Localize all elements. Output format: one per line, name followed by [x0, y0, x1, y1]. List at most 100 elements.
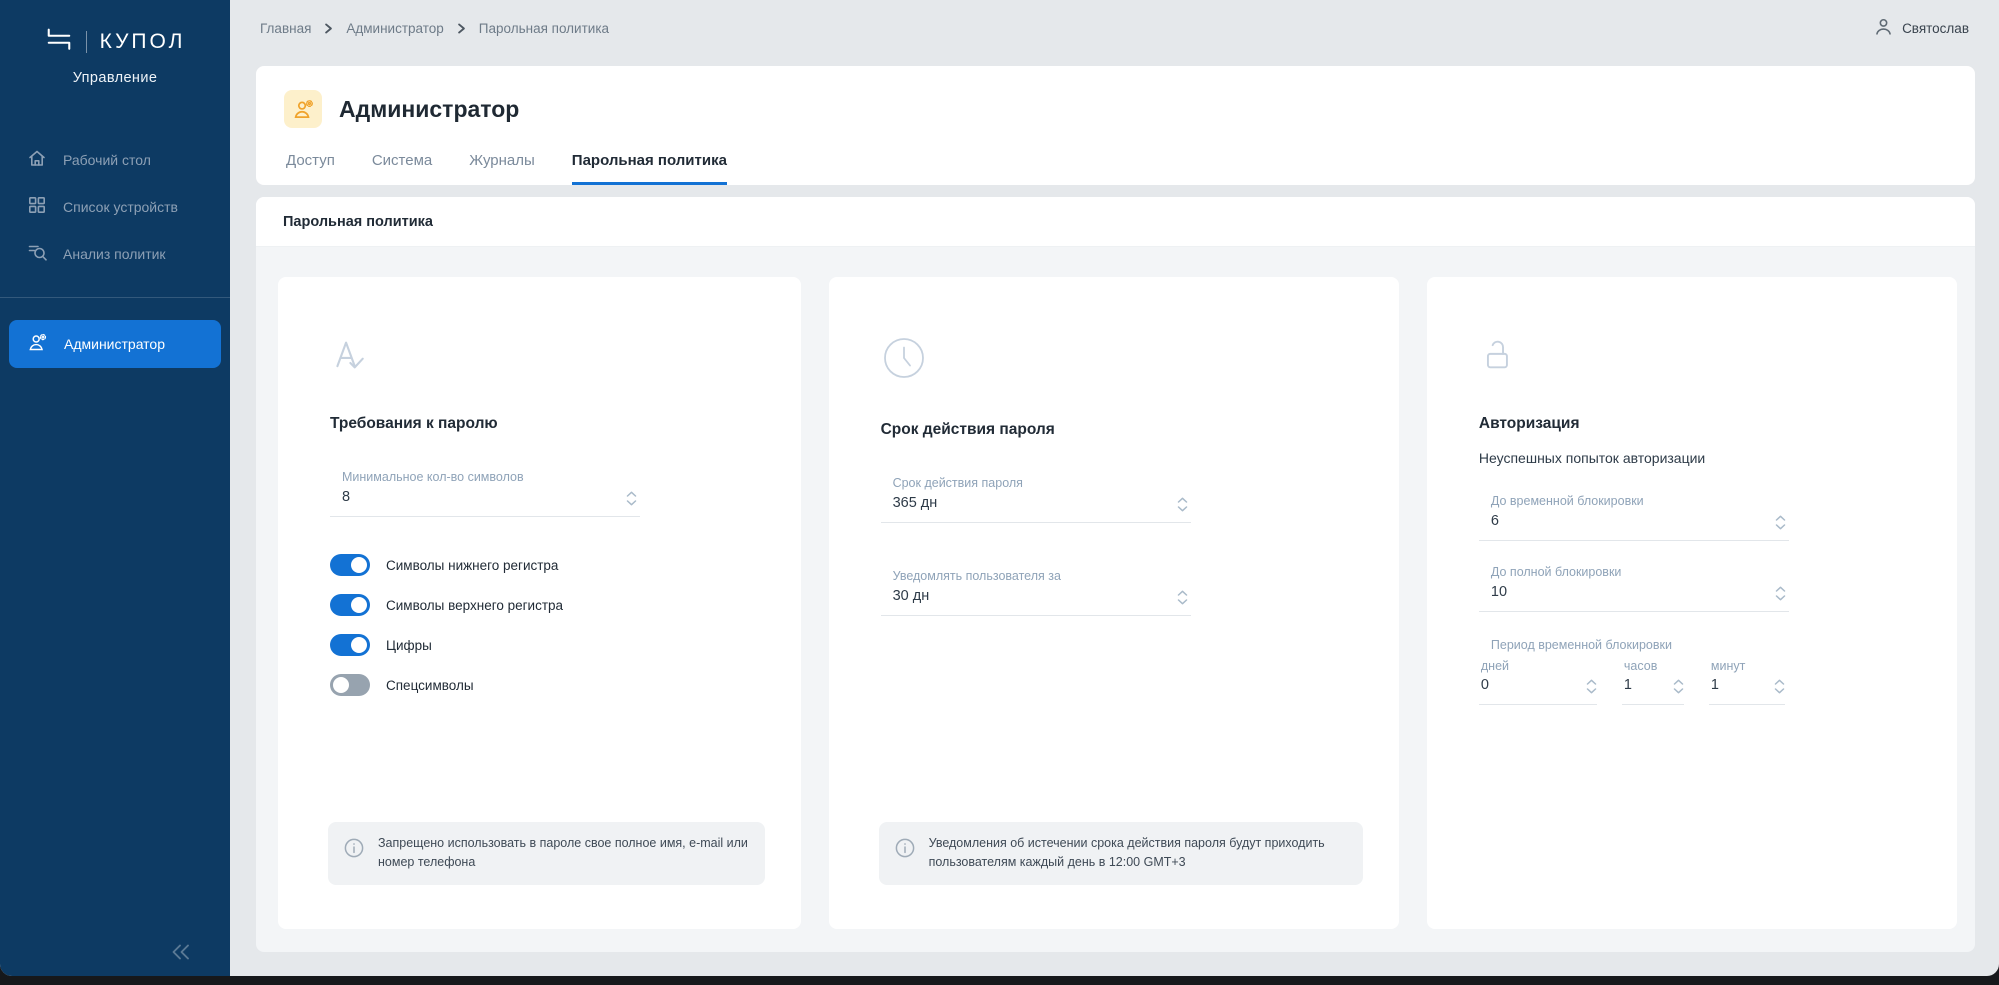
stepper [1774, 679, 1785, 694]
stepper-down-icon[interactable] [1177, 506, 1188, 512]
card-title: Требования к паролю [330, 415, 765, 433]
product-name: Управление [0, 70, 230, 86]
sidebar-item-label: Список устройств [63, 199, 178, 215]
tabs: Доступ Система Журналы Парольная политик… [284, 152, 1947, 185]
sidebar-nav: Рабочий стол Список устройств [0, 136, 230, 368]
sidebar-item-desktop[interactable]: Рабочий стол [0, 136, 230, 183]
card-subtitle: Неуспешных попыток авторизации [1479, 450, 1921, 466]
full-lock-field[interactable]: До полной блокировки 10 [1479, 565, 1789, 612]
sidebar-item-label: Администратор [64, 336, 165, 352]
field-label: минут [1711, 659, 1765, 673]
card-password-requirements: Требования к паролю Минимальное кол-во с… [278, 277, 801, 929]
toggle-row-digits: Цифры [330, 625, 765, 665]
info-text: Запрещено использовать в пароле свое пол… [378, 834, 749, 873]
info-icon [343, 837, 365, 859]
lockout-period-label: Период временной блокировки [1479, 638, 1921, 652]
tab-system[interactable]: Система [372, 152, 432, 185]
page-title: Администратор [339, 96, 519, 123]
sidebar-item-devices[interactable]: Список устройств [0, 183, 230, 230]
toggle-label: Символы нижнего регистра [386, 558, 558, 573]
stepper [1673, 679, 1684, 694]
tab-access[interactable]: Доступ [286, 152, 335, 185]
stepper-up-icon[interactable] [1673, 679, 1684, 685]
brand-name: КУПОЛ [100, 30, 186, 54]
field-label: До временной блокировки [1491, 494, 1759, 508]
stepper-down-icon[interactable] [1673, 688, 1684, 694]
chevron-right-icon [324, 23, 333, 34]
stepper-down-icon[interactable] [1177, 599, 1188, 605]
stepper-up-icon[interactable] [1775, 515, 1786, 521]
field-value: 10 [1491, 584, 1759, 602]
field-value: 0 [1481, 677, 1577, 695]
digits-toggle[interactable] [330, 634, 370, 656]
lowercase-toggle[interactable] [330, 554, 370, 576]
stepper-up-icon[interactable] [1586, 679, 1597, 685]
sidebar: КУПОЛ Управление Рабочий стол [0, 0, 230, 976]
breadcrumb-home[interactable]: Главная [260, 21, 311, 36]
field-value: 6 [1491, 513, 1759, 531]
breadcrumb-administrator[interactable]: Администратор [346, 21, 443, 36]
breadcrumb-password-policy: Парольная политика [479, 21, 609, 36]
field-value: 30 дн [893, 588, 1161, 606]
card-password-expiry: Срок действия пароля Срок действия парол… [829, 277, 1399, 929]
card-title: Срок действия пароля [881, 421, 1363, 439]
breadcrumb: Главная Администратор Парольная политика [260, 21, 609, 36]
toggle-row-special-chars: Спецсимволы [330, 665, 765, 705]
stepper [1177, 590, 1188, 605]
uppercase-toggle[interactable] [330, 594, 370, 616]
stepper-down-icon[interactable] [1586, 688, 1597, 694]
stepper-down-icon[interactable] [1775, 524, 1786, 530]
brand-logo-icon [45, 26, 73, 57]
main-area: Главная Администратор Парольная политика [230, 0, 1999, 976]
min-length-field[interactable]: Минимальное кол-во символов 8 [330, 470, 640, 517]
stepper-up-icon[interactable] [1774, 679, 1785, 685]
info-box: Запрещено использовать в пароле свое пол… [328, 822, 765, 885]
clock-icon [881, 335, 1363, 381]
special-chars-toggle[interactable] [330, 674, 370, 696]
stepper-up-icon[interactable] [1775, 586, 1786, 592]
temp-lock-field[interactable]: До временной блокировки 6 [1479, 494, 1789, 541]
stepper-up-icon[interactable] [626, 491, 637, 497]
card-authorization: Авторизация Неуспешных попыток авторизац… [1427, 277, 1957, 929]
field-label: Уведомлять пользователя за [893, 569, 1161, 583]
stepper-down-icon[interactable] [1775, 595, 1786, 601]
info-text: Уведомления об истечении срока действия … [929, 834, 1347, 873]
toggle-label: Спецсимволы [386, 678, 474, 693]
lockout-minutes-field[interactable]: минут 1 [1709, 659, 1785, 705]
stepper-down-icon[interactable] [1774, 688, 1785, 694]
lockout-period-row: дней 0 часов 1 [1479, 659, 1921, 705]
field-label: Срок действия пароля [893, 476, 1161, 490]
stepper-up-icon[interactable] [1177, 590, 1188, 596]
sidebar-item-policy-analysis[interactable]: Анализ политик [0, 230, 230, 277]
password-policy-section: Парольная политика Требования к паролю М… [256, 197, 1975, 952]
expiry-days-field[interactable]: Срок действия пароля 365 дн [881, 476, 1191, 523]
stepper-down-icon[interactable] [626, 500, 637, 506]
user-name: Святослав [1902, 21, 1969, 36]
requirement-toggles: Символы нижнего регистра Символы верхнег… [330, 545, 765, 705]
stepper [1775, 586, 1786, 601]
section-header: Парольная политика [256, 197, 1975, 247]
field-label: Минимальное кол-во символов [342, 470, 610, 484]
administrator-page-icon [284, 90, 322, 128]
lockout-days-field[interactable]: дней 0 [1479, 659, 1597, 705]
field-value: 365 дн [893, 495, 1161, 513]
user-menu[interactable]: Святослав [1874, 17, 1969, 39]
info-box: Уведомления об истечении срока действия … [879, 822, 1363, 885]
stepper [1177, 497, 1188, 512]
stepper-up-icon[interactable] [1177, 497, 1188, 503]
home-icon [27, 148, 47, 171]
chevron-right-icon [457, 23, 466, 34]
tab-journals[interactable]: Журналы [469, 152, 535, 185]
card-title: Авторизация [1479, 415, 1921, 433]
lockout-hours-field[interactable]: часов 1 [1622, 659, 1684, 705]
sidebar-item-administrator[interactable]: Администратор [9, 320, 221, 368]
toggle-label: Цифры [386, 638, 432, 653]
brand-divider [86, 31, 87, 53]
sidebar-collapse-button[interactable] [168, 944, 194, 960]
toggle-row-uppercase: Символы верхнего регистра [330, 585, 765, 625]
toggle-label: Символы верхнего регистра [386, 598, 563, 613]
notify-days-field[interactable]: Уведомлять пользователя за 30 дн [881, 569, 1191, 616]
stepper [1775, 515, 1786, 530]
tab-password-policy[interactable]: Парольная политика [572, 152, 727, 185]
grid-icon [27, 195, 47, 218]
